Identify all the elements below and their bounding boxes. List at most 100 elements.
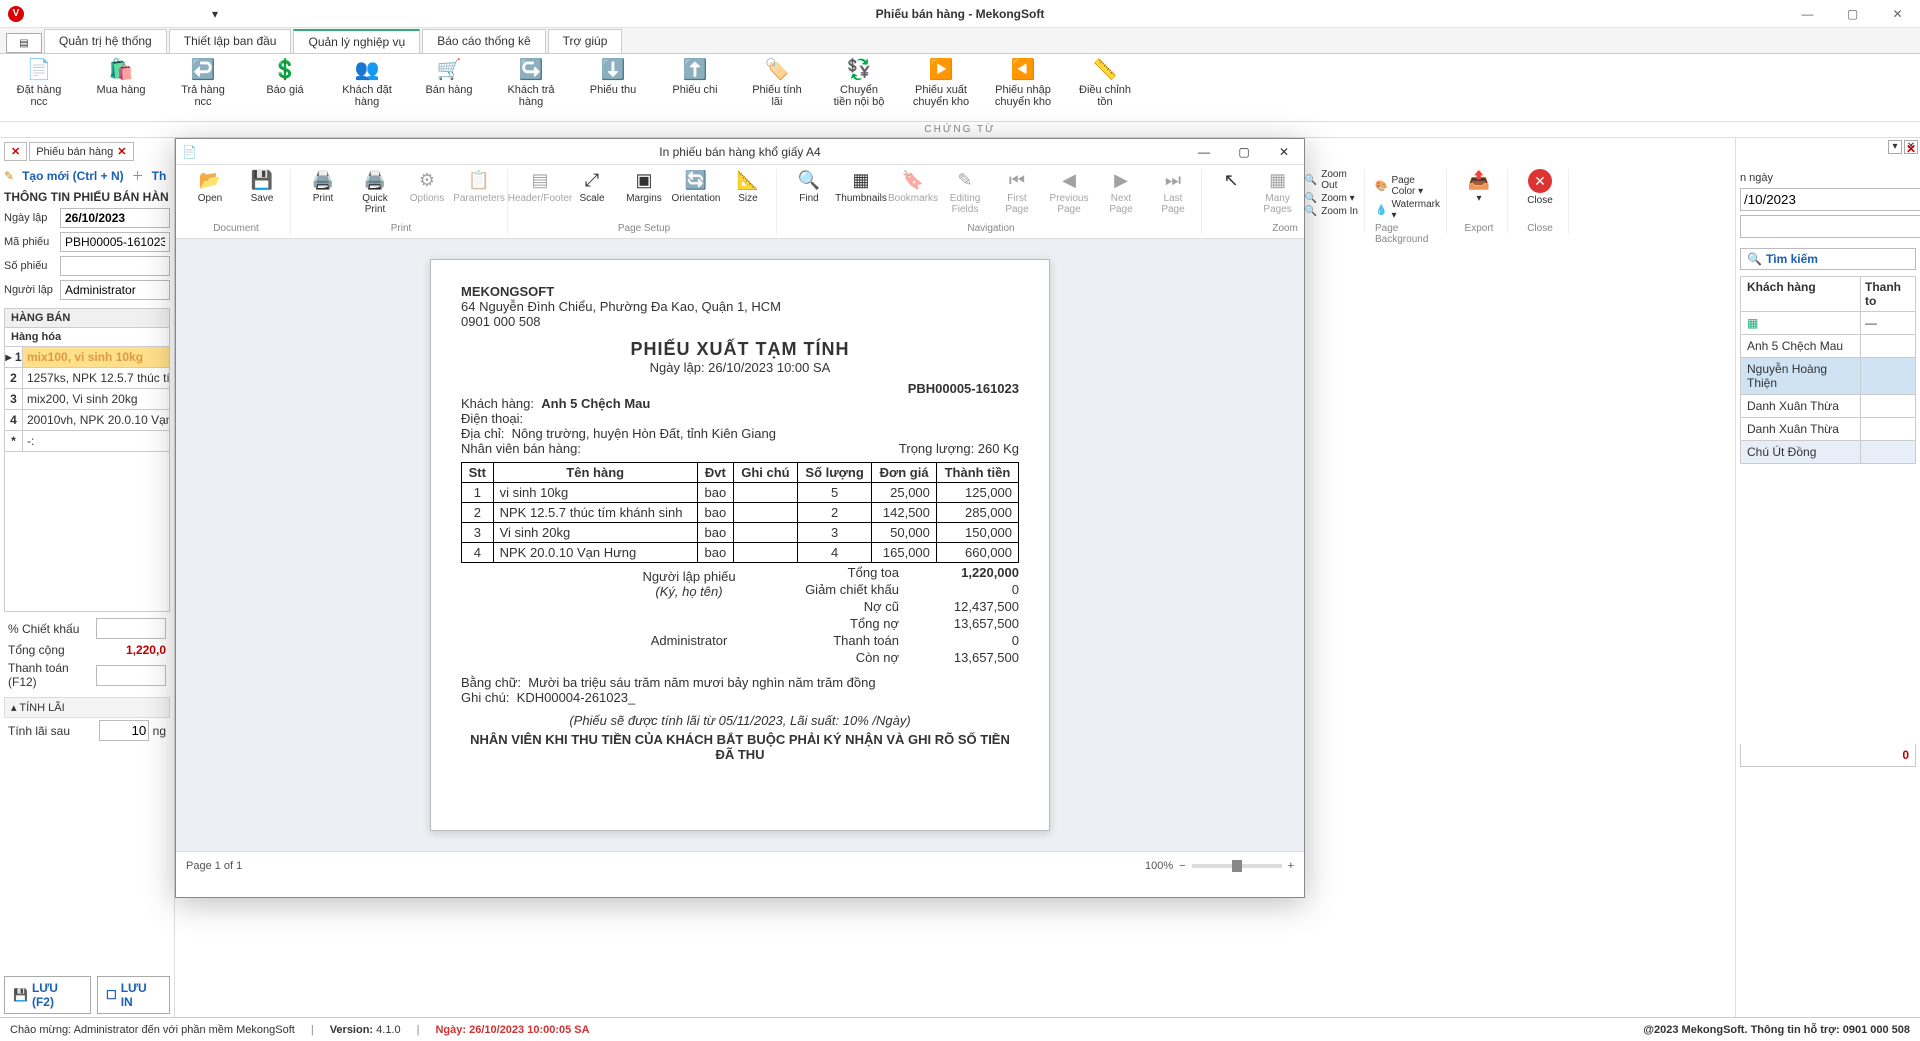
thumbnails-button[interactable]: ▦Thumbnails [839,169,883,215]
ma-phieu-input[interactable] [60,232,170,252]
chiet-khau-input[interactable] [96,618,166,639]
paper-area[interactable]: MEKONGSOFT 64 Nguyễn Đình Chiểu, Phường … [176,239,1304,851]
grid-tab[interactable]: HÀNG BÁN [4,308,170,328]
ribbon-button[interactable]: 🏷️Phiếu tính lãi [748,58,806,108]
table-row[interactable]: ▸ 1mix100, vi sinh 10kg [4,347,170,368]
add-button[interactable]: Th [152,169,167,183]
zoom-plus-button[interactable]: + [1288,860,1294,872]
options-button[interactable]: ⚙Options [405,169,449,215]
search-box[interactable]: 🔍Tìm kiếm [1740,248,1916,270]
minimize-button[interactable]: — [1785,7,1830,21]
ribbon-button[interactable]: ↩️Trả hàng ncc [174,58,232,108]
right-date-input[interactable] [1740,188,1920,211]
print-maximize-button[interactable]: ▢ [1224,145,1264,159]
ribbon-button[interactable]: ◀️Phiếu nhập chuyển kho [994,58,1052,108]
grid-new-cell[interactable]: -: [23,431,169,451]
open-button[interactable]: 📂Open [188,169,232,204]
table-row[interactable]: 420010vh, NPK 20.0.10 Vạn [4,410,170,431]
ribbon-button[interactable]: 📏Điều chỉnh tồn [1076,58,1134,108]
save-print-button[interactable]: ☐ LƯU IN [97,976,170,1014]
scale-button[interactable]: ⤢Scale [570,169,614,204]
ribbon-button[interactable]: 💱Chuyển tiền nội bộ [830,58,888,108]
table-row[interactable]: 21257ks, NPK 12.5.7 thúc tí [4,368,170,389]
close-preview-button[interactable]: ✕Close [1518,169,1562,206]
ribbon-button[interactable]: ⬇️Phiếu thu [584,58,642,96]
ribbon-button[interactable]: ⬆️Phiếu chi [666,58,724,96]
excel-icon[interactable]: ▦ [1741,312,1861,334]
customer-row[interactable]: Danh Xuân Thừa [1740,418,1916,441]
invoice-warning: NHÂN VIÊN KHI THU TIỀN CỦA KHÁCH BẮT BUỘ… [461,732,1019,762]
so-phieu-input[interactable] [60,256,170,276]
many-pages-button[interactable]: ▦Many Pages [1258,169,1296,217]
search-icon: 🔍 [1747,252,1762,266]
last-page-button[interactable]: ⏭Last Page [1151,169,1195,215]
size-button[interactable]: 📐Size [726,169,770,204]
zoom-slider[interactable] [1192,864,1282,868]
close-button[interactable]: ✕ [1875,7,1920,21]
thanh-toan-input[interactable] [96,665,166,686]
interest-note: (Phiếu sẽ được tính lãi từ 05/11/2023, L… [461,713,1019,728]
customer-row[interactable]: Chú Út Đồng [1740,441,1916,464]
ribbon-button[interactable]: ▶️Phiếu xuất chuyển kho [912,58,970,108]
ribbon-button[interactable]: 🛍️Mua hàng [92,58,150,96]
invoice-date: Ngày lập: 26/10/2023 10:00 SA [461,360,1019,375]
main-tab[interactable]: Quản trị hệ thống [44,29,167,53]
print-minimize-button[interactable]: — [1184,145,1224,159]
export-button[interactable]: 📤▾ [1457,169,1501,204]
next-page-button[interactable]: ▶Next Page [1099,169,1143,215]
titlebar-dropdown-icon[interactable]: ▾ [212,7,218,21]
zoom-minus-button[interactable]: − [1179,860,1185,872]
nguoi-lap-input[interactable] [60,280,170,300]
bookmarks-button[interactable]: 🔖Bookmarks [891,169,935,215]
page-color-button[interactable]: 🎨 Page Color ▾ [1375,175,1440,197]
zoom-out-button[interactable]: 🔍 Zoom Out [1305,169,1358,191]
main-tab[interactable]: Báo cáo thống kê [422,29,545,53]
editing-fields-button[interactable]: ✎Editing Fields [943,169,987,215]
ribbon-button[interactable]: ↪️Khách trả hàng [502,58,560,108]
save-button[interactable]: 💾 LƯU (F2) [4,976,91,1014]
doc-tab[interactable]: Phiếu bán hàng ✕ [29,142,133,161]
zoom-button[interactable]: 🔍 Zoom ▾ [1305,193,1358,204]
prev-page-button[interactable]: ◀Previous Page [1047,169,1091,215]
zoom-in-button[interactable]: 🔍 Zoom In [1305,206,1358,217]
ngay-lap-input[interactable] [60,208,170,228]
close-icon[interactable]: ✕ [117,145,126,158]
header-footer-button[interactable]: ▤Header/Footer [518,169,562,204]
ribbon-button[interactable]: 💲Báo giá [256,58,314,96]
orientation-button[interactable]: 🔄Orientation [674,169,718,204]
ribbon-button[interactable]: 📄Đặt hàng ncc [10,58,68,108]
print-close-button[interactable]: ✕ [1264,145,1304,159]
workarea-close-icon[interactable]: ✕ [1906,142,1916,156]
pw-save-button[interactable]: 💾Save [240,169,284,204]
ribbon-button[interactable]: 👥Khách đặt hàng [338,58,396,108]
new-button[interactable]: Tạo mới (Ctrl + N) [22,169,124,183]
find-button[interactable]: 🔍Find [787,169,831,215]
main-tab[interactable]: Quản lý nghiệp vụ [293,29,420,53]
menu-icon[interactable]: ▤ [6,33,42,53]
section-title: THÔNG TIN PHIẾU BÁN HÀN [4,190,170,204]
invoice-row: 3Vi sinh 20kgbao350,000150,000 [462,523,1019,543]
margins-button[interactable]: ▣Margins [622,169,666,204]
right-filter-input[interactable] [1740,215,1920,238]
ribbon-button[interactable]: 🛒Bán hàng [420,58,478,96]
status-version: 4.1.0 [376,1024,400,1036]
main-tab[interactable]: Thiết lập ban đầu [169,29,292,53]
watermark-button[interactable]: 💧 Watermark ▾ [1375,199,1440,221]
tinh-lai-section[interactable]: ▴ TÍNH LÃI [4,697,170,718]
doc-tab-close-all[interactable]: ✕ [4,142,27,161]
first-page-button[interactable]: ⏮First Page [995,169,1039,215]
quick-print-button[interactable]: 🖨️Quick Print [353,169,397,215]
table-row[interactable]: 3mix200, Vi sinh 20kg [4,389,170,410]
panel-pin-icon[interactable]: ▾ [1888,140,1902,154]
customer-row[interactable]: Danh Xuân Thừa [1740,395,1916,418]
main-tab[interactable]: Trợ giúp [548,29,623,53]
tinh-lai-sau-input[interactable] [99,720,149,741]
customer-row[interactable]: Anh 5 Chệch Mau [1740,335,1916,358]
parameters-button[interactable]: 📋Parameters [457,169,501,215]
payment-col: Thanh to [1861,277,1915,311]
print-button[interactable]: 🖨️Print [301,169,345,215]
pointer-button[interactable]: ↖ [1212,169,1250,217]
status-copyright: @2023 MekongSoft. Thông tin hỗ trợ: 0901… [1643,1024,1910,1036]
customer-row[interactable]: Nguyễn Hoàng Thiện [1740,358,1916,395]
maximize-button[interactable]: ▢ [1830,7,1875,21]
